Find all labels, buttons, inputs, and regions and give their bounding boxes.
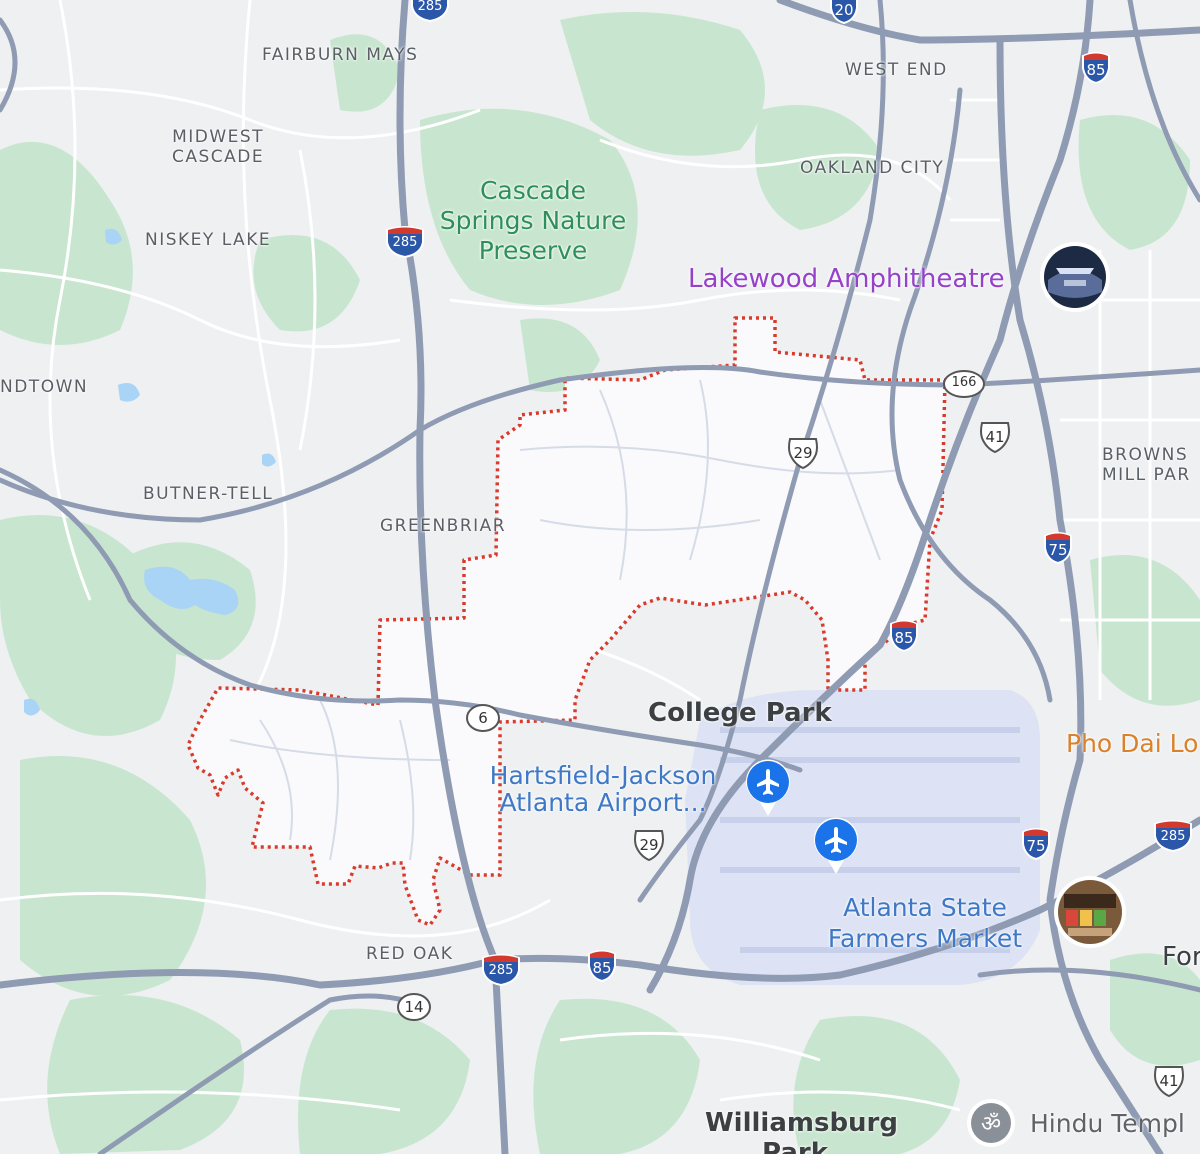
shield-i85-ne[interactable]: 85 (1081, 50, 1111, 84)
city-label-college-park[interactable]: College Park (648, 698, 832, 728)
shield-number: 14 (404, 998, 424, 1016)
lakewood-photo-pin[interactable] (1038, 240, 1112, 314)
shield-number: 285 (417, 0, 443, 14)
farmers-market-photo-pin[interactable] (1052, 874, 1128, 950)
shield-number: 29 (793, 444, 813, 462)
shield-number: 85 (1086, 61, 1106, 79)
neighborhood-greenbriar[interactable]: GREENBRIAR (380, 518, 506, 535)
poi-label-pho-dai-lo[interactable]: Pho Dai Lo (1066, 731, 1198, 756)
neighborhood-west-end[interactable]: WEST END (845, 62, 948, 79)
shield-number: 29 (639, 836, 659, 854)
shield-i20[interactable]: 20 (829, 0, 859, 24)
shield-number: 285 (392, 235, 418, 250)
poi-label-hindu-temple[interactable]: Hindu Templ (1030, 1111, 1185, 1136)
poi-label-airport[interactable]: Hartsfield-Jackson Atlanta Airport... (472, 762, 734, 816)
hindu-temple-pin[interactable]: ॐ (966, 1098, 1016, 1148)
shield-number: 166 (951, 375, 977, 390)
shield-number: 285 (488, 963, 514, 978)
poi-label-farmers-market[interactable]: Atlanta State Farmers Market (814, 892, 1036, 954)
shield-sr14[interactable]: 14 (397, 993, 431, 1021)
shield-number: 41 (985, 428, 1005, 446)
shield-us29-n[interactable]: 29 (786, 436, 820, 470)
shield-number: 75 (1048, 541, 1068, 559)
shield-i285-top[interactable]: 285 (410, 0, 450, 22)
airplane-icon (746, 759, 790, 816)
poi-label-lakewood-amphitheatre[interactable]: Lakewood Amphitheatre (688, 266, 1005, 292)
svg-text:ॐ: ॐ (981, 1112, 1001, 1137)
city-label-forest-park[interactable]: For (1162, 942, 1200, 972)
neighborhood-browns-mill-park[interactable]: BROWNS MILL PAR (1102, 445, 1191, 485)
shield-us41-n[interactable]: 41 (978, 420, 1012, 454)
shield-number: 75 (1026, 837, 1046, 855)
shield-i85-s[interactable]: 85 (587, 948, 617, 982)
shield-sr166[interactable]: 166 (943, 370, 985, 398)
shield-i75-s[interactable]: 75 (1021, 826, 1051, 860)
airplane-icon (814, 817, 858, 874)
airport-pin-2[interactable] (812, 816, 860, 876)
shield-number: 285 (1160, 829, 1186, 844)
shield-i285-e[interactable]: 285 (1153, 818, 1193, 852)
shield-us29-s[interactable]: 29 (632, 828, 666, 862)
airport-pin-1[interactable] (744, 758, 792, 818)
shield-number: 85 (894, 629, 914, 647)
shield-i75-n[interactable]: 75 (1043, 530, 1073, 564)
shield-number: 6 (478, 709, 488, 727)
shield-number: 20 (834, 1, 854, 19)
neighborhood-butner-tell[interactable]: BUTNER-TELL (143, 486, 273, 503)
shield-i285-s[interactable]: 285 (481, 952, 521, 986)
neighborhood-midwest-cascade[interactable]: MIDWEST CASCADE (172, 127, 264, 167)
shield-i285-w[interactable]: 285 (385, 224, 425, 258)
shield-number: 85 (592, 959, 612, 977)
city-label-williamsburg-park[interactable]: Williamsburg Park (705, 1108, 898, 1154)
photo-thumbnail-icon (1040, 242, 1110, 312)
map-canvas[interactable]: FAIRBURN MAYS WEST END MIDWEST CASCADE O… (0, 0, 1200, 1154)
shield-sr6[interactable]: 6 (466, 704, 500, 732)
shield-number: 41 (1159, 1072, 1179, 1090)
park-label-cascade-springs[interactable]: Cascade Springs Nature Preserve (430, 176, 636, 266)
shield-us41-s[interactable]: 41 (1152, 1064, 1186, 1098)
neighborhood-red-oak[interactable]: RED OAK (366, 946, 453, 963)
photo-thumbnail-icon (1054, 876, 1126, 948)
shield-i85-mid[interactable]: 85 (889, 618, 919, 652)
neighborhood-niskey-lake[interactable]: NISKEY LAKE (145, 232, 271, 249)
neighborhood-ndtown[interactable]: NDTOWN (0, 379, 88, 396)
om-icon: ॐ (967, 1099, 1015, 1147)
neighborhood-fairburn-mays[interactable]: FAIRBURN MAYS (262, 47, 418, 64)
neighborhood-oakland-city[interactable]: OAKLAND CITY (800, 160, 944, 177)
